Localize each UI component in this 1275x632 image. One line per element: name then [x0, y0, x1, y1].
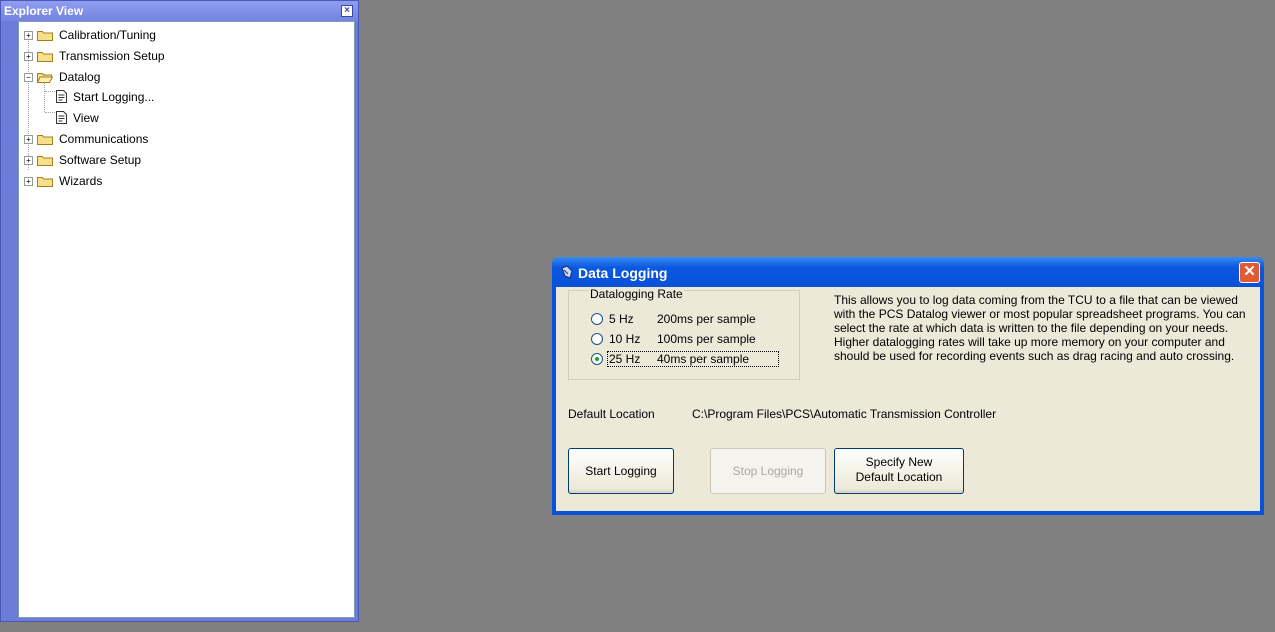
dialog-close-button[interactable]: ✕ [1239, 262, 1260, 283]
tree-item-label: Datalog [59, 70, 101, 84]
data-logging-dialog: Data Logging ✕ Datalogging Rate 5 Hz 200… [552, 257, 1264, 515]
expand-plus-icon[interactable]: + [24, 52, 33, 61]
collapse-minus-icon[interactable]: − [24, 73, 33, 82]
rate-option-25hz[interactable]: 25 Hz 40ms per sample [591, 351, 791, 367]
rate-option-5hz[interactable]: 5 Hz 200ms per sample [591, 311, 791, 327]
start-logging-label: Start Logging [585, 464, 657, 478]
expand-plus-icon[interactable]: + [24, 135, 33, 144]
specify-label-line2: Default Location [855, 470, 943, 484]
tree-line [45, 112, 55, 113]
dialog-title: Data Logging [578, 265, 668, 281]
expand-plus-icon[interactable]: + [24, 156, 33, 165]
rate-hz-label: 5 Hz [609, 312, 634, 326]
tree-item-label: Software Setup [59, 153, 142, 167]
rate-ms-label: 40ms per sample [657, 352, 750, 366]
radio-button-selected-icon[interactable] [591, 353, 603, 365]
tree-item-label: View [73, 111, 99, 125]
default-location-label: Default Location [568, 407, 655, 421]
description-text: This allows you to log data coming from … [834, 293, 1246, 363]
explorer-tree[interactable]: + Calibration/Tuning + Transmission Setu… [18, 21, 355, 618]
specify-new-default-location-button[interactable]: Specify New Default Location [834, 448, 964, 494]
close-icon: × [344, 5, 350, 16]
folder-icon [37, 52, 53, 62]
explorer-close-button[interactable]: × [341, 5, 353, 17]
start-logging-button[interactable]: Start Logging [568, 448, 674, 494]
tree-item-label: Communications [59, 132, 149, 146]
stop-logging-button[interactable]: Stop Logging [710, 448, 826, 494]
datalogging-rate-legend: Datalogging Rate [589, 287, 684, 301]
tree-line [45, 91, 55, 92]
folder-open-icon [37, 73, 53, 83]
folder-icon [37, 177, 53, 187]
dialog-client-area: Datalogging Rate 5 Hz 200ms per sample 1… [556, 287, 1260, 511]
tree-item-label: Start Logging... [73, 90, 155, 104]
close-icon: ✕ [1243, 263, 1256, 280]
folder-icon [37, 156, 53, 166]
folder-icon [37, 135, 53, 145]
expand-plus-icon[interactable]: + [24, 177, 33, 186]
radio-button-icon[interactable] [591, 313, 603, 325]
radio-button-icon[interactable] [591, 333, 603, 345]
rate-hz-label: 10 Hz [609, 332, 641, 346]
specify-label-line1: Specify New [865, 455, 933, 469]
explorer-title-bar[interactable]: Explorer View × [1, 1, 358, 21]
datalogging-rate-group: Datalogging Rate 5 Hz 200ms per sample 1… [568, 287, 800, 380]
rate-ms-label: 200ms per sample [657, 312, 756, 326]
tree-item-label: Calibration/Tuning [59, 28, 156, 42]
explorer-view-panel: Explorer View × + Calibration/Tuning + T… [0, 0, 359, 622]
document-icon [56, 90, 67, 103]
folder-icon [37, 31, 53, 41]
dialog-title-bar[interactable]: Data Logging ✕ [552, 257, 1264, 287]
rate-ms-label: 100ms per sample [657, 332, 756, 346]
app-icon [561, 265, 573, 279]
tree-item-label: Wizards [59, 174, 103, 188]
default-location-path: C:\Program Files\PCS\Automatic Transmiss… [692, 407, 997, 421]
explorer-title: Explorer View [4, 4, 84, 18]
tree-item-label: Transmission Setup [59, 49, 165, 63]
stop-logging-label: Stop Logging [732, 464, 804, 478]
rate-hz-label: 25 Hz [609, 352, 641, 366]
document-icon [56, 111, 67, 124]
expand-plus-icon[interactable]: + [24, 31, 33, 40]
rate-option-10hz[interactable]: 10 Hz 100ms per sample [591, 331, 791, 347]
